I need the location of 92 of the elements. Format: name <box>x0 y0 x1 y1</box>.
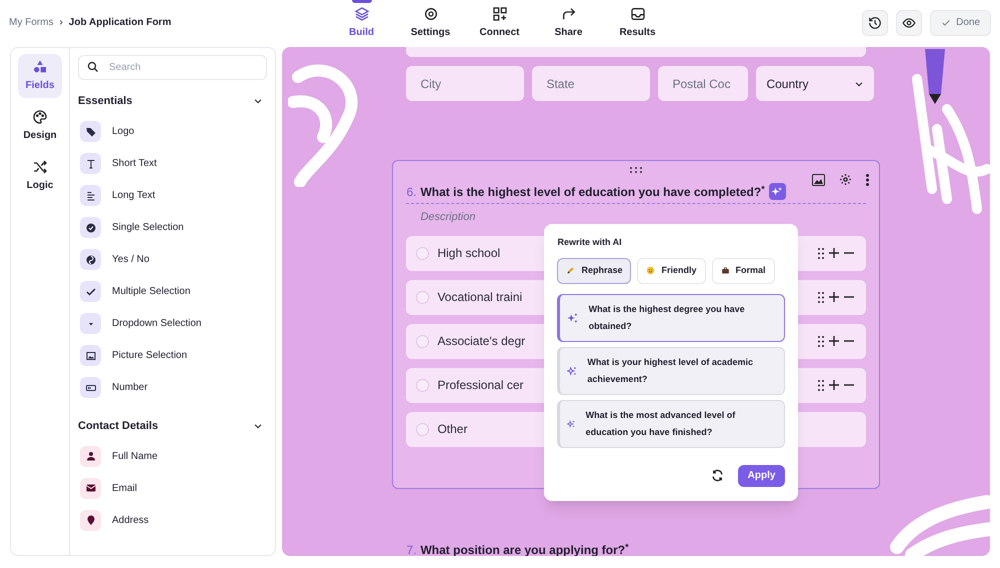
envelope-icon <box>84 482 96 494</box>
drag-handle-icon[interactable] <box>818 336 824 346</box>
drag-handle-icon[interactable] <box>818 248 824 258</box>
checkmark-icon <box>84 286 96 298</box>
sidebar-tab[interactable]: Logic <box>18 154 62 198</box>
sparkle-icon <box>567 364 578 376</box>
suggestion-option[interactable]: What is the most advanced level of education you have finished? <box>557 400 786 448</box>
check-circle-icon <box>84 222 96 234</box>
field-type-item[interactable]: Picture Selection <box>112 348 188 363</box>
field-type-item[interactable]: Address <box>112 512 149 528</box>
settings-icon[interactable] <box>839 173 852 186</box>
answer-option[interactable]: Associate's degr <box>406 324 546 358</box>
breadcrumb-separator: › <box>59 16 63 30</box>
grid-plus-icon <box>492 6 508 22</box>
nav-tab[interactable]: Settings <box>396 0 465 45</box>
plus-icon[interactable] <box>829 248 840 258</box>
apply-button[interactable]: Apply <box>738 464 786 486</box>
ai-rewrite-button[interactable] <box>768 183 786 200</box>
lines-icon <box>84 190 96 202</box>
suggestion-option[interactable]: What is the highest degree you have obtained? <box>557 294 786 342</box>
preview-button[interactable] <box>896 10 922 36</box>
answer-option[interactable]: High school <box>406 236 546 270</box>
shapes-icon <box>32 59 48 75</box>
eye-icon <box>902 16 916 30</box>
sparkle-icon <box>567 312 579 324</box>
field-type-item[interactable]: Multiple Selection <box>112 284 190 299</box>
address-input[interactable]: State <box>532 66 650 101</box>
search-icon <box>87 61 99 73</box>
refresh-icon[interactable] <box>710 469 724 482</box>
answer-option[interactable]: Other <box>406 412 546 446</box>
sparkle-icon <box>567 418 576 430</box>
done-button[interactable]: Done <box>930 10 991 36</box>
suggestion-option[interactable]: What is your highest level of academic achievement? <box>557 346 786 394</box>
question-number: 6. <box>406 184 416 201</box>
breadcrumb-link[interactable]: My Forms <box>9 15 54 30</box>
image-icon[interactable] <box>812 174 826 186</box>
checkmark-icon <box>941 18 952 28</box>
country-dropdown[interactable]: Country <box>756 66 874 101</box>
sparkle-icon <box>771 186 784 198</box>
field-type-item[interactable]: Single Selection <box>112 220 184 235</box>
person-icon <box>84 450 96 462</box>
drag-handle-icon[interactable] <box>630 167 642 173</box>
answer-option[interactable]: Vocational traini <box>406 280 546 314</box>
history-icon <box>868 16 882 30</box>
tone-button[interactable]: Rephrase <box>557 258 632 284</box>
field-type-item[interactable]: Email <box>112 480 138 496</box>
field-type-item[interactable]: Number <box>112 380 148 395</box>
settings-icon <box>422 6 438 22</box>
nav-tab[interactable]: Build <box>327 0 396 45</box>
more-icon[interactable] <box>866 174 870 186</box>
question-number: 7. <box>406 542 416 556</box>
half-circle-icon <box>84 254 96 266</box>
breadcrumb-current: Job Application Form <box>68 16 172 30</box>
palette-icon <box>32 109 48 125</box>
nav-tab[interactable]: Share <box>534 0 603 45</box>
location-pin-icon <box>84 514 96 526</box>
field-type-item[interactable]: Short Text <box>112 156 157 171</box>
field-type-item[interactable]: Dropdown Selection <box>112 316 202 331</box>
address-input[interactable]: City <box>406 66 524 101</box>
plus-icon[interactable] <box>829 380 840 390</box>
drag-handle-icon[interactable] <box>818 380 824 390</box>
shuffle-icon <box>32 159 48 175</box>
sidebar-tab[interactable]: Design <box>18 104 62 148</box>
pencil-icon <box>566 266 576 275</box>
section-title: Contact Details <box>78 418 158 434</box>
tone-button[interactable]: Formal <box>712 258 775 284</box>
field-type-item[interactable]: Logo <box>112 124 134 139</box>
popup-title: Rewrite with AI <box>557 236 623 249</box>
field-type-item[interactable]: Yes / No <box>112 252 150 267</box>
section-title: Essentials <box>78 94 132 109</box>
plus-icon[interactable] <box>829 292 840 302</box>
field-type-item[interactable]: Long Text <box>112 188 156 203</box>
tone-button[interactable]: Friendly <box>637 258 706 284</box>
letter-t-icon <box>84 158 96 170</box>
tag-icon <box>84 126 96 138</box>
image-icon <box>84 350 96 362</box>
share-arrow-icon <box>560 6 576 22</box>
sidebar-tab[interactable]: Fields <box>18 54 62 98</box>
briefcase-icon <box>720 266 730 275</box>
layers-icon <box>354 6 370 22</box>
inbox-icon <box>630 6 646 22</box>
smiley-icon <box>646 266 656 275</box>
history-button[interactable] <box>862 10 888 36</box>
plus-icon[interactable] <box>829 336 840 346</box>
drag-handle-icon[interactable] <box>818 292 824 302</box>
nav-tab[interactable]: Connect <box>465 0 534 45</box>
search-field[interactable]: Search <box>78 55 268 80</box>
answer-option[interactable]: Professional cer <box>406 368 546 402</box>
question-title[interactable]: What is the highest level of education you have completed?$^{*}$ <box>420 183 765 201</box>
field-type-item[interactable]: Full Name <box>112 448 158 464</box>
nav-tab[interactable]: Results <box>603 0 672 45</box>
address-input[interactable]: Postal Coc <box>658 66 748 101</box>
